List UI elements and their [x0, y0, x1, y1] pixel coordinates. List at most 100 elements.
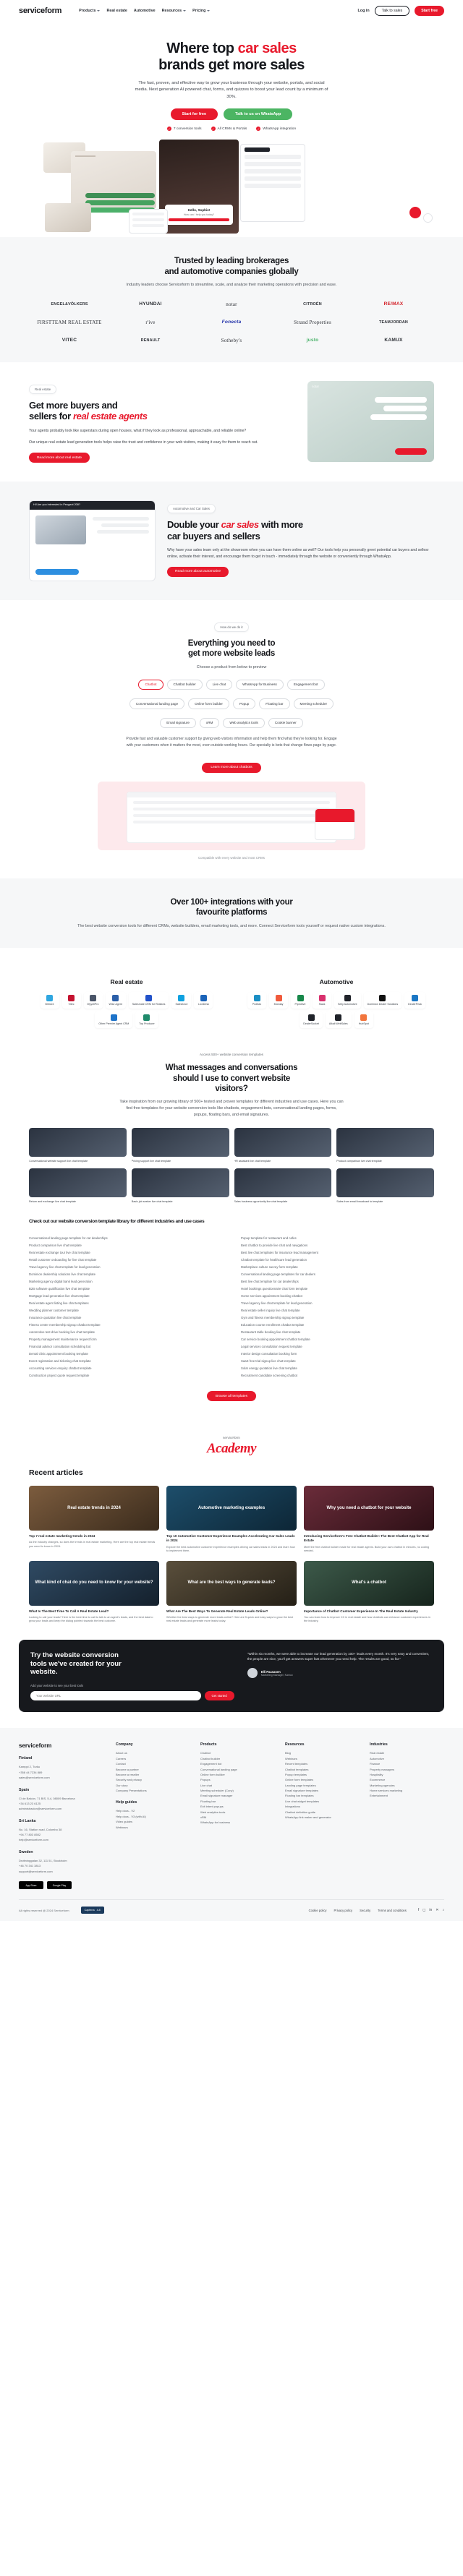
template-card[interactable]: Basic job seeker live chat template [131, 1168, 229, 1204]
template-link[interactable]: Travel agency live chat template for lea… [29, 1265, 222, 1269]
template-link[interactable]: Interior design consultation booking for… [241, 1352, 434, 1356]
article-card[interactable]: Automotive marketing examples Top 10 Auto… [166, 1486, 297, 1553]
product-pill-floating-bar[interactable]: Floating bar [259, 698, 290, 709]
template-link[interactable]: Travel agency live chat template for lea… [241, 1301, 434, 1305]
hero-chat-cta[interactable] [169, 218, 229, 222]
footer-link[interactable]: Webinars [285, 1756, 360, 1761]
template-card[interactable]: Sales from email broadcast to template [336, 1168, 434, 1204]
template-link[interactable]: Conversational landing page templates fo… [241, 1272, 434, 1276]
footer-link[interactable]: Landing page templates [285, 1783, 360, 1788]
integration-item[interactable]: Slack [313, 992, 332, 1009]
app-store-badge[interactable]: App Store [19, 1881, 43, 1890]
security-link[interactable]: Security [360, 1909, 370, 1912]
footer-link[interactable]: Security and privacy [116, 1777, 190, 1782]
footer-link[interactable]: Email signature manager [200, 1793, 275, 1798]
get-started-button[interactable]: Get started [204, 1691, 234, 1701]
footer-link[interactable]: Contact [116, 1761, 190, 1766]
floating-secondary-icon[interactable] [423, 213, 433, 223]
template-link[interactable]: Solar energy quotation live chat templat… [241, 1366, 434, 1370]
nav-item-automotive[interactable]: Automotive [134, 9, 156, 13]
template-link[interactable]: Marketplace culture survey form template [241, 1265, 434, 1269]
template-link[interactable]: Legal services consultation request temp… [241, 1345, 434, 1348]
footer-link[interactable]: Online form templates [285, 1777, 360, 1782]
footer-link[interactable]: Become a partner [116, 1767, 190, 1772]
template-link[interactable]: Mortgage lead generation live chat templ… [29, 1294, 222, 1298]
template-card[interactable]: HR assistant live chat template [234, 1128, 332, 1163]
footer-link[interactable]: Company Presentations [116, 1788, 190, 1793]
learn-more-chatbots-button[interactable]: Learn more about chatbots [202, 762, 261, 773]
template-link[interactable]: Property management maintenance request … [29, 1338, 222, 1341]
product-preview-chat-widget[interactable] [315, 808, 355, 840]
article-card[interactable]: What's a chatbot Importance of Chatbot Cu… [304, 1560, 434, 1624]
template-link[interactable]: Construction project quote request templ… [29, 1374, 222, 1377]
automotive-cta-button[interactable]: Read more about automotive [167, 566, 229, 577]
template-link[interactable]: Best live chat templates for insurance l… [241, 1251, 434, 1254]
template-link[interactable]: Marketing agency digital bank lead gener… [29, 1280, 222, 1283]
template-link[interactable]: B2B software qualification live chat tem… [29, 1287, 222, 1291]
footer-link[interactable]: Live chat widget templates [285, 1799, 360, 1804]
website-url-input[interactable] [30, 1691, 201, 1701]
footer-link[interactable]: About us [116, 1750, 190, 1755]
product-pill-form-builder[interactable]: Online form builder [188, 698, 229, 709]
capterra-badge[interactable]: Capterra 4.8 [80, 1907, 104, 1914]
template-link[interactable]: Dominion dealership solutions live chat … [29, 1272, 222, 1276]
template-link[interactable]: Product comparison live chat template [29, 1244, 222, 1247]
real-estate-cta-button[interactable]: Read more about real estate [29, 453, 90, 463]
article-card[interactable]: Why you need a chatbot for your website I… [304, 1486, 434, 1553]
template-card[interactable]: Pricing support live chat template [131, 1128, 229, 1163]
footer-link[interactable]: Help docs - V2 [116, 1808, 190, 1813]
footer-link[interactable]: Popups [200, 1777, 275, 1782]
article-card[interactable]: What are the best ways to generate leads… [166, 1560, 297, 1624]
integration-item[interactable]: Dominion Dealer Solutions [363, 992, 402, 1009]
integration-item[interactable]: LionDesk [194, 992, 213, 1009]
footer-link[interactable]: Marketing agencies [370, 1783, 444, 1788]
product-pill-live-chat[interactable]: Live chat [205, 679, 233, 690]
footer-link[interactable]: Help docs - V3 (with AI) [116, 1814, 190, 1819]
footer-link[interactable]: Engagement bot [200, 1761, 275, 1766]
talk-to-sales-button[interactable]: Talk to sales [374, 5, 410, 17]
footer-link[interactable]: Our story [116, 1783, 190, 1788]
template-link[interactable]: Automotive test drive booking live chat … [29, 1330, 222, 1334]
template-card[interactable]: Conversational website support live chat… [29, 1128, 127, 1163]
footer-link[interactable]: Chatbot [200, 1750, 275, 1755]
template-link[interactable]: Hotel bookings questionnaire chat form t… [241, 1287, 434, 1291]
product-pill-cookie-banner[interactable]: Cookie banner [268, 717, 303, 729]
integration-item[interactable]: DealerPeak [404, 992, 425, 1009]
tiktok-icon[interactable]: ♪ [443, 1908, 445, 1912]
facebook-icon[interactable]: f [418, 1908, 419, 1912]
product-pill-popup[interactable]: Popup [232, 698, 256, 709]
hero-whatsapp-button[interactable]: Talk to us on WhatsApp [224, 108, 293, 121]
browse-all-templates-button[interactable]: Browse all templates [206, 1391, 257, 1402]
integration-item[interactable]: MyyntiPro [83, 992, 103, 1009]
integration-item[interactable]: Monday [269, 992, 289, 1009]
preview-cta-button[interactable] [35, 569, 79, 575]
integration-item[interactable]: Other Premier Agent CRM [95, 1011, 133, 1029]
nav-item-products[interactable]: Products [79, 9, 101, 13]
footer-link[interactable]: Blog [285, 1750, 360, 1755]
footer-link[interactable]: Real estate [370, 1750, 444, 1755]
product-pill-landing-page[interactable]: Conversational landing page [129, 698, 185, 709]
template-link[interactable]: Home services appointment booking chatbo… [241, 1294, 434, 1298]
template-link[interactable]: Restaurant table booking live chat templ… [241, 1330, 434, 1334]
footer-link[interactable]: Automotive [370, 1756, 444, 1761]
template-link[interactable]: Conversational landing page template for… [29, 1236, 222, 1240]
footer-link[interactable]: Hospitality [370, 1772, 444, 1777]
footer-link[interactable]: Careers [116, 1756, 190, 1761]
footer-link[interactable]: Floating bar [200, 1799, 275, 1804]
integration-item[interactable]: Alkali WebSales [325, 1011, 352, 1029]
footer-link[interactable]: Entertainment [370, 1793, 444, 1798]
integration-item[interactable]: Top Producer [135, 1011, 158, 1029]
footer-link[interactable]: Chatbot templates [285, 1767, 360, 1772]
integration-item[interactable]: ProMax [247, 992, 267, 1009]
instagram-icon[interactable]: ◻ [422, 1908, 425, 1912]
product-pill-chatbot[interactable]: Chatbot [138, 679, 163, 690]
template-card[interactable]: Return and exchange live chat template [29, 1168, 127, 1204]
footer-link[interactable]: Chatbot builder [200, 1756, 275, 1761]
footer-link[interactable]: Live chat [200, 1783, 275, 1788]
template-link[interactable]: Recruitment candidate screening chatbot [241, 1374, 434, 1377]
template-link[interactable]: Dental clinic appointment booking templa… [29, 1352, 222, 1356]
template-link[interactable]: Best chatbot to provide live chat and na… [241, 1244, 434, 1247]
hero-start-free-button[interactable]: Start for free [170, 108, 218, 121]
footer-link[interactable]: Meeting scheduler (Cony) [200, 1788, 275, 1793]
footer-logo[interactable]: serviceform [19, 1742, 106, 1749]
